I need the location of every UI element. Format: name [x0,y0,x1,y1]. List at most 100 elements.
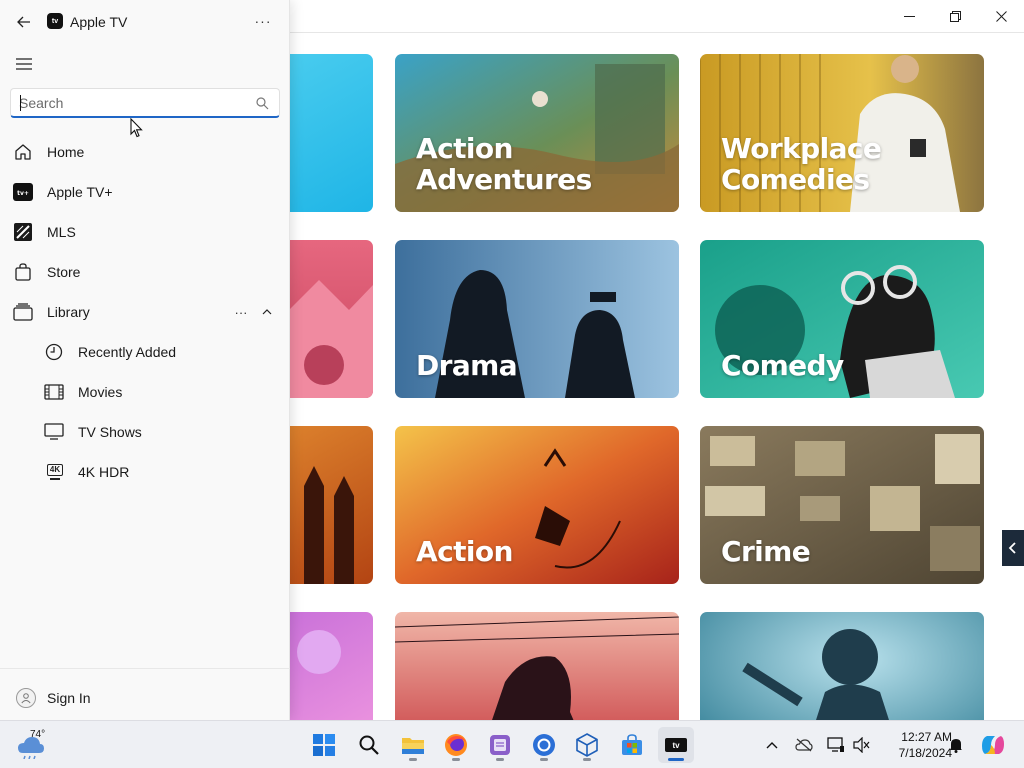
taskbar-chrome[interactable] [526,727,562,763]
firefox-icon [445,734,467,756]
windows-start-icon [313,734,335,756]
genre-tile-action[interactable]: Action [395,426,679,584]
sign-in-label: Sign In [47,690,91,706]
genre-tile-r4c1[interactable] [290,612,373,720]
svg-text:tv+: tv+ [17,190,29,197]
chevron-up-icon [262,309,272,315]
running-indicator [409,758,417,761]
library-more-button[interactable]: ··· [231,302,251,322]
genre-tile-r4c2[interactable] [395,612,679,720]
taskbar: 74° tv 12:27 AM 7/18/2024 [0,720,1024,768]
menu-button[interactable] [12,52,36,76]
taskbar-firefox[interactable] [438,727,474,763]
window-controls [886,0,1024,32]
apple-tv-logo: tv [47,13,63,29]
weather-widget[interactable]: 74° [16,729,56,761]
footer-divider [0,668,290,669]
network-tray[interactable] [826,735,846,755]
nav-item-library[interactable]: Library ··· [4,294,286,330]
nav-item-store[interactable]: Store [4,254,286,290]
onedrive-tray[interactable] [794,735,814,755]
nav-label: Apple TV+ [47,184,113,200]
more-icon: ··· [234,304,248,320]
maximize-button[interactable] [932,0,978,32]
store-icon [13,262,33,282]
nav-item-apple-tv-plus[interactable]: tv+ Apple TV+ [4,174,286,210]
start-button[interactable] [306,727,342,763]
collapse-panel-button[interactable] [1002,530,1024,566]
search-icon[interactable] [256,97,269,110]
sign-in-button[interactable]: Sign In [4,680,286,716]
taskbar-file-explorer[interactable] [395,727,431,763]
nav-label: Home [47,144,85,160]
cube-icon [576,733,598,757]
genre-tile-r2c1[interactable] [290,240,373,398]
notifications-button[interactable] [946,735,966,755]
hamburger-icon [16,58,32,70]
back-arrow-icon [17,16,30,28]
text-caret [20,95,21,111]
nav-item-4k-hdr[interactable]: 4K 4K HDR [4,454,286,490]
nav-label: Recently Added [78,344,177,360]
nav-item-home[interactable]: Home [4,134,286,170]
back-button[interactable] [12,11,36,33]
close-button[interactable] [978,0,1024,32]
search-input[interactable] [19,94,244,112]
genre-tile-crime[interactable]: Crime [700,426,984,584]
apple-tv-plus-icon: tv+ [13,182,33,202]
4k-badge: 4K [46,464,64,480]
nav-label: TV Shows [78,424,142,440]
tile-label: Crime [721,535,811,568]
chrome-icon [533,734,555,756]
app-title: Apple TV [70,14,128,30]
genre-tile-r1c1[interactable] [290,54,373,212]
taskbar-notepad[interactable] [482,727,518,763]
genre-tile-workplace-comedies[interactable]: Workplace Comedies [700,54,984,212]
microsoft-store-icon [622,734,642,755]
avatar-icon [16,688,36,708]
minimize-icon [903,15,915,17]
4k-badge-stand [49,478,60,480]
genre-tile-action-adventures[interactable]: Action Adventures [395,54,679,212]
taskbar-cube-app[interactable] [569,727,605,763]
genre-grid: Action Adventures Drama Action Workplace… [290,33,1024,720]
tile-label: Action Adventures [416,132,592,196]
search-box[interactable] [10,88,280,118]
nav-item-mls[interactable]: MLS [4,214,286,250]
clock[interactable]: 12:27 AM 7/18/2024 [876,729,952,761]
running-indicator [452,758,460,761]
logo-text: tv [51,17,59,25]
copilot-button[interactable] [980,735,1006,755]
genre-tile-comedy[interactable]: Comedy [700,240,984,398]
library-collapse-button[interactable] [258,302,276,322]
apple-tv-taskbar-icon: tv [665,738,687,752]
nav-item-movies[interactable]: Movies [4,374,286,410]
clock-icon [44,342,64,362]
taskbar-microsoft-store[interactable] [614,727,650,763]
volume-tray[interactable] [852,735,872,755]
taskbar-search-button[interactable] [351,727,387,763]
tile-label: Comedy [721,349,844,382]
tv-icon [44,422,64,442]
close-icon [995,10,1007,22]
genre-tile-drama[interactable]: Drama [395,240,679,398]
genre-tile-r3c1[interactable] [290,426,373,584]
library-icon [13,302,33,322]
bell-icon [950,739,962,753]
nav-label: MLS [47,224,76,240]
running-indicator [583,758,591,761]
display-icon [827,737,844,752]
show-hidden-icons-button[interactable] [762,735,782,755]
clock-time: 12:27 AM [901,730,952,744]
nav-item-tv-shows[interactable]: TV Shows [4,414,286,450]
genre-tile-r4c3[interactable] [700,612,984,720]
4k-hdr-icon: 4K [44,462,66,482]
minimize-button[interactable] [886,0,932,32]
apple-tv-taskbar-label: tv [672,740,680,750]
nav-item-recently-added[interactable]: Recently Added [4,334,286,370]
weather-temp: 74° [30,729,46,740]
more-button[interactable]: ··· [252,10,274,32]
clock-date: 7/18/2024 [898,746,952,760]
taskbar-apple-tv[interactable]: tv [658,727,694,763]
nav-label: 4K HDR [78,464,130,480]
